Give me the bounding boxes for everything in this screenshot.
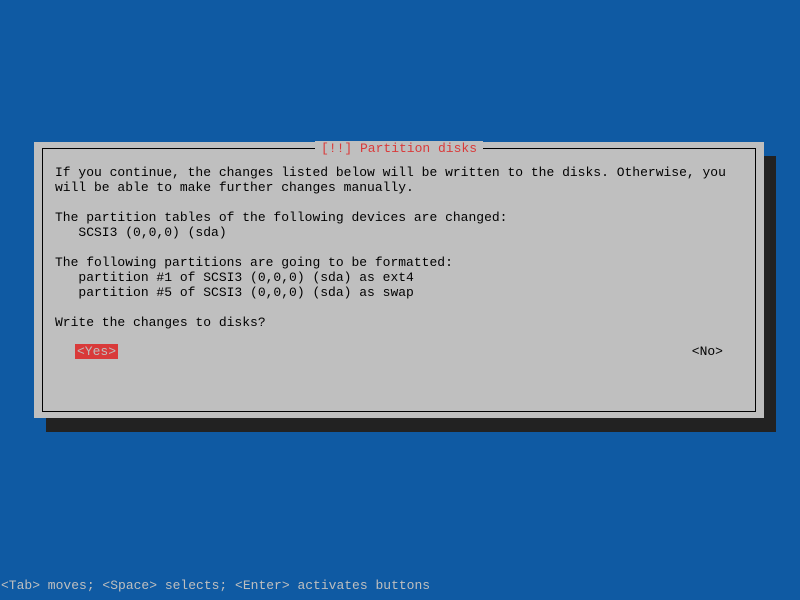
title-wrap: [!!] Partition disks	[43, 141, 755, 156]
dialog-body: If you continue, the changes listed belo…	[55, 157, 743, 330]
button-row: <Yes> <No>	[55, 344, 743, 359]
tables-list: SCSI3 (0,0,0) (sda)	[55, 225, 227, 240]
format-list: partition #1 of SCSI3 (0,0,0) (sda) as e…	[55, 270, 414, 300]
format-heading: The following partitions are going to be…	[55, 255, 453, 270]
dialog-border: [!!] Partition disks If you continue, th…	[42, 148, 756, 412]
help-bar: <Tab> moves; <Space> selects; <Enter> ac…	[0, 578, 430, 593]
yes-button[interactable]: <Yes>	[75, 344, 118, 359]
no-button[interactable]: <No>	[692, 344, 723, 359]
tables-heading: The partition tables of the following de…	[55, 210, 507, 225]
dialog: [!!] Partition disks If you continue, th…	[34, 142, 764, 418]
intro-text: If you continue, the changes listed belo…	[55, 165, 726, 195]
question-text: Write the changes to disks?	[55, 315, 266, 330]
dialog-title: [!!] Partition disks	[315, 141, 483, 156]
